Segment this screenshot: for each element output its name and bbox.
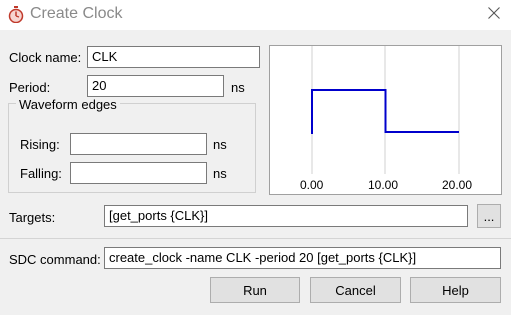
waveform-edges-title: Waveform edges: [16, 97, 120, 112]
title-bar: Create Clock: [0, 0, 511, 30]
separator: [0, 238, 511, 239]
targets-input[interactable]: [get_ports {CLK}]: [104, 205, 468, 227]
close-icon: [488, 6, 500, 22]
rising-unit: ns: [213, 137, 227, 152]
cancel-button[interactable]: Cancel: [310, 277, 401, 303]
tick-label-10: 10.00: [368, 178, 398, 192]
close-button[interactable]: [480, 2, 508, 26]
rising-label: Rising:: [20, 137, 60, 152]
rising-input[interactable]: [70, 133, 207, 155]
run-button[interactable]: Run: [210, 277, 300, 303]
browse-targets-button[interactable]: ...: [477, 204, 501, 228]
period-unit: ns: [231, 80, 245, 95]
falling-unit: ns: [213, 166, 227, 181]
clock-name-input[interactable]: CLK: [87, 46, 260, 68]
clock-waveform: [311, 89, 459, 134]
stopwatch-icon: [8, 6, 24, 24]
tick-label-20: 20.00: [442, 178, 472, 192]
clock-name-label: Clock name:: [9, 50, 82, 65]
falling-input[interactable]: [70, 162, 207, 184]
window-title: Create Clock: [30, 5, 123, 22]
waveform-preview: 0.00 10.00 20.00: [269, 45, 502, 195]
tick-label-0: 0.00: [300, 178, 324, 192]
period-label: Period:: [9, 80, 51, 95]
targets-label: Targets:: [9, 210, 56, 225]
period-input[interactable]: 20: [87, 75, 224, 97]
sdc-command-field: create_clock -name CLK -period 20 [get_p…: [104, 247, 501, 269]
help-button[interactable]: Help: [410, 277, 501, 303]
sdc-command-label: SDC command:: [9, 252, 101, 267]
falling-label: Falling:: [20, 166, 62, 181]
